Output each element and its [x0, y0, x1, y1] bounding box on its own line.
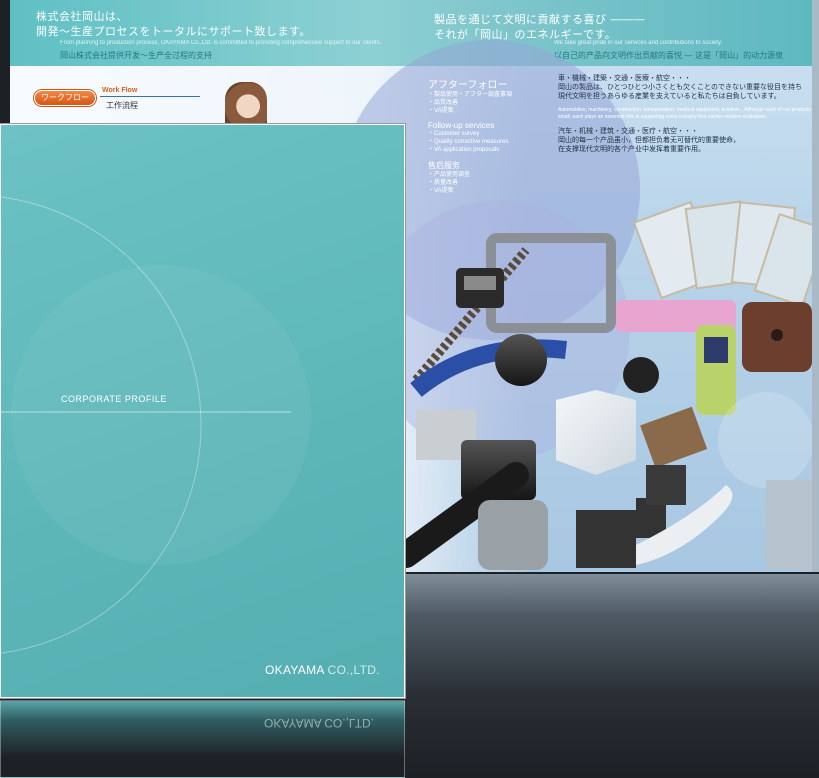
spread-reflection	[404, 574, 819, 776]
banner-left-title-1: 株式会社岡山は、	[36, 10, 128, 23]
cover-reflection	[0, 700, 405, 778]
grommet	[495, 334, 547, 386]
cover-arc-graphic	[1, 196, 311, 654]
company-bold: OKAYAMA	[265, 663, 325, 677]
follow-up-item-en: ・Quality corrective measures	[428, 139, 509, 145]
follow-up-heading-cn: 售后服务	[428, 161, 460, 170]
workflow-en-label: Work Flow	[102, 87, 138, 94]
woman-photo	[225, 82, 267, 126]
industries-cn-line: 汽车・机械・建筑・交通・医疗・航空・・・	[558, 128, 698, 135]
industries-line: 現代文明を担うあらゆる産業を支えていると私たちは自負しています。	[558, 93, 781, 100]
keypad-buttons	[766, 480, 814, 570]
white-molding	[556, 390, 636, 475]
cover-company-name: OKAYAMA CO.,LTD.	[265, 663, 380, 677]
cover-page: CORPORATE PROFILE OKAYAMA CO.,LTD.	[0, 124, 405, 698]
banner-left-sub-cn: 岡山株式会社提供开发～生产全过程的支持	[60, 51, 212, 60]
follow-up-item-en: ・Customer survey	[428, 131, 480, 137]
cover-reflection-text: OKAYAMA CO.,LTD.	[264, 716, 374, 730]
industries-line: 車・機械・建築・交通・医療・航空・・・	[558, 75, 691, 82]
banner-right-title-1: 製品を通じて文明に貢献する喜び ―――	[434, 13, 645, 26]
follow-up-item-cn: ・质量改善	[428, 180, 459, 186]
industries-cn-line: 在支撑现代文明的各个产业中发挥着重要作用。	[558, 146, 705, 153]
page-edge	[812, 0, 819, 572]
follow-up-item-en: ・VA application proposals	[428, 147, 500, 153]
window-panels	[632, 200, 819, 308]
industries-line: 岡山の製品は、ひとつひとつ小さくとも欠くことのできない重要な役目を持ち	[558, 84, 802, 91]
cover-corporate-profile: CORPORATE PROFILE	[61, 394, 167, 404]
reflection-thin: CO.,LTD.	[320, 716, 375, 730]
clip	[646, 465, 686, 505]
after-follow-column: アフターフォロー ・製品使用・アフター調査事項 ・品質改善 ・VA提案 Foll…	[428, 76, 558, 195]
company-thin: CO.,LTD.	[324, 663, 380, 677]
workflow-divider	[100, 96, 200, 97]
workflow-zh-label: 工作流程	[106, 101, 138, 110]
after-follow-item: ・品質改善	[428, 100, 459, 106]
industries-en: Automobiles, machinery, construction, tr…	[558, 107, 816, 120]
industries-column: 車・機械・建築・交通・医療・航空・・・ 岡山の製品は、ひとつひとつ小さくとも欠く…	[558, 74, 816, 154]
industries-cn-line: 岡山的每一个产品虽小，但都担负着无可替代的重要使命，	[558, 137, 740, 144]
after-follow-item: ・製品使用・アフター調査事項	[428, 92, 513, 98]
banner-left-sub-en: From planning to production process, OKA…	[60, 40, 382, 46]
spread-banner: 株式会社岡山は、 開発～生産プロセスをトータルにサポート致します。 From p…	[10, 0, 819, 66]
glass-lens	[718, 392, 814, 488]
bronze-plate	[640, 406, 708, 468]
banner-right-sub-en: We take great pride in our services and …	[554, 40, 723, 46]
follow-up-heading-en: Follow-up services	[428, 121, 495, 130]
after-follow-item: ・VA提案	[428, 108, 454, 114]
grey-grip	[478, 500, 548, 570]
product-collage-image	[406, 200, 819, 570]
black-ring	[623, 357, 659, 393]
banner-left-title-2: 開発～生産プロセスをトータルにサポート致します。	[36, 25, 311, 38]
banner-right-sub-cn: 以自己的产品向文明作出贡献的喜悦 ― 这是「岡山」的动力源泉	[554, 51, 784, 60]
reflection-bold: OKAYAMA	[264, 716, 321, 730]
follow-up-item-cn: ・产品使用调查	[428, 172, 471, 178]
workflow-pill: ワークフロー	[34, 90, 96, 106]
after-follow-heading: アフターフォロー	[428, 80, 508, 91]
gasket-frame	[486, 233, 616, 333]
